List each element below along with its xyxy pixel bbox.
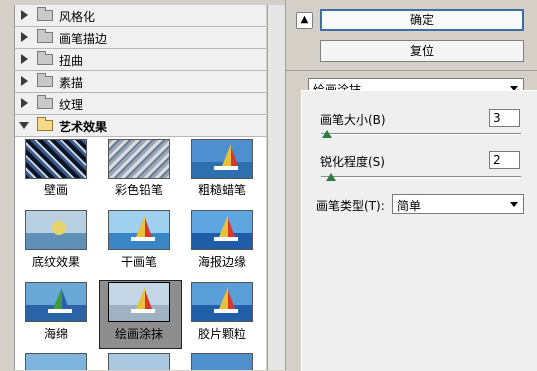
sharpness-input[interactable]: 2 [489, 151, 520, 169]
expand-arrow-icon[interactable] [21, 98, 28, 108]
sharpness-slider-track[interactable] [321, 176, 521, 178]
thumbnail-poster-edges[interactable] [191, 210, 253, 250]
thumbnail-paint-daubs[interactable] [108, 282, 170, 322]
sharpness-slider-thumb[interactable] [326, 173, 336, 181]
thumbnail-colored-pencil[interactable] [108, 139, 170, 179]
tree-scrollbar[interactable] [267, 5, 285, 370]
thumbnail-partial[interactable] [25, 353, 87, 370]
reset-button[interactable]: 复位 [320, 40, 524, 62]
filter-options-panel: ▲ 确定 复位 绘画涂抹 画笔大小(B) 3 锐化程度(S) 2 画笔类型(T)… [285, 0, 537, 371]
thumbnail-partial[interactable] [108, 353, 170, 370]
thumbnail-label: 壁画 [43, 183, 68, 197]
category-stylize[interactable]: 风格化 [15, 5, 266, 27]
brush-type-select[interactable]: 简单 [392, 194, 524, 214]
category-label: 风格化 [59, 10, 96, 24]
thumbnail-label: 海绵 [43, 327, 68, 341]
thumbnail-film-grain[interactable] [191, 282, 253, 322]
folder-icon [37, 51, 53, 65]
category-artistic[interactable]: 艺术效果 [15, 115, 266, 137]
category-texture[interactable]: 纹理 [15, 93, 266, 115]
thumbnail-fresco[interactable] [25, 139, 87, 179]
open-folder-icon [37, 117, 53, 131]
expand-arrow-icon[interactable] [21, 76, 28, 86]
collapse-arrow-icon[interactable] [19, 122, 29, 129]
thumbnail-label: 粗糙蜡笔 [197, 183, 246, 197]
filter-gallery-panel: 风格化 画笔描边 扭曲 素描 纹理 艺术效果 壁画 彩色铅笔 粗糙蜡笔 底纹效果… [0, 0, 285, 370]
category-sketch[interactable]: 素描 [15, 71, 266, 93]
thumbnail-label: 胶片颗粒 [197, 327, 246, 341]
folder-icon [37, 29, 53, 43]
thumbnail-sponge[interactable] [25, 282, 87, 322]
collapse-icon[interactable]: ▲ [296, 12, 313, 29]
category-label: 扭曲 [59, 54, 84, 68]
thumbnail-partial[interactable] [191, 353, 253, 370]
brush-size-slider-track[interactable] [321, 133, 521, 135]
thumbnail-label: 海报边缘 [197, 255, 246, 269]
category-brush-strokes[interactable]: 画笔描边 [15, 27, 266, 49]
expand-arrow-icon[interactable] [21, 10, 28, 20]
category-label: 素描 [59, 76, 84, 90]
thumbnail-label: 干画笔 [120, 255, 157, 269]
category-distort[interactable]: 扭曲 [15, 49, 266, 71]
thumbnail-dry-brush[interactable] [108, 210, 170, 250]
brush-size-slider-thumb[interactable] [322, 130, 332, 138]
category-label: 画笔描边 [59, 32, 108, 46]
category-label: 艺术效果 [59, 120, 108, 134]
thumbnail-label: 彩色铅笔 [114, 183, 163, 197]
brush-type-value: 简单 [397, 199, 422, 213]
expand-arrow-icon[interactable] [21, 32, 28, 42]
chevron-down-icon [510, 202, 518, 207]
category-label: 纹理 [59, 98, 84, 112]
folder-icon [37, 95, 53, 109]
thumbnail-rough-pastels[interactable] [191, 139, 253, 179]
thumbnail-label: 底纹效果 [31, 255, 80, 269]
ok-button[interactable]: 确定 [320, 9, 524, 31]
thumbnail-underpainting[interactable] [25, 210, 87, 250]
brush-size-input[interactable]: 3 [489, 109, 520, 127]
folder-icon [37, 73, 53, 87]
brush-type-label: 画笔类型(T): [316, 199, 385, 213]
sharpness-label: 锐化程度(S) [320, 155, 385, 169]
folder-icon [37, 7, 53, 21]
divider [286, 70, 537, 71]
expand-arrow-icon[interactable] [21, 54, 28, 64]
brush-size-label: 画笔大小(B) [320, 113, 386, 127]
filter-tree: 风格化 画笔描边 扭曲 素描 纹理 艺术效果 壁画 彩色铅笔 粗糙蜡笔 底纹效果… [14, 5, 266, 370]
thumbnail-label: 绘画涂抹 [114, 327, 163, 341]
